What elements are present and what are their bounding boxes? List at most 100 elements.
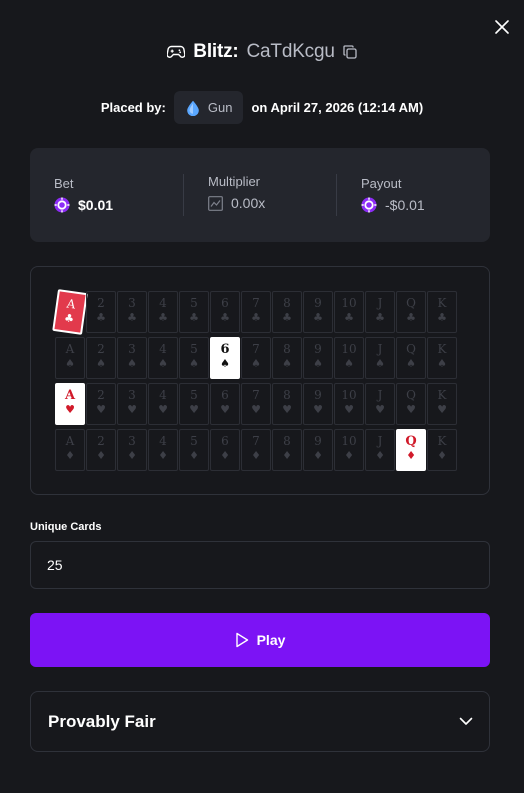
diamonds-icon: ♦ [282,449,292,462]
card-k-diamonds: K ♦ [427,429,457,471]
card-rank: Q [406,296,416,310]
hearts-icon: ♥ [96,403,106,416]
clubs-icon: ♣ [189,311,199,324]
card-rank: 9 [314,388,322,402]
card-5-diamonds: 5 ♦ [179,429,209,471]
card-7-hearts: 7 ♥ [241,383,271,425]
modal-title: Blitz: CaTdKcgu [0,40,524,64]
bet-stats-panel: Bet $0.01 Multiplier 0.00x Payout -$0.01 [30,148,490,242]
placed-date: on April 27, 2026 (12:14 AM) [251,100,424,115]
card-10-clubs: 10 ♣ [334,291,364,333]
card-rank: 7 [252,296,260,310]
clubs-icon: ♣ [282,311,292,324]
card-rank: 9 [314,434,322,448]
card-rank: 3 [128,342,136,356]
card-5-hearts: 5 ♥ [179,383,209,425]
provably-fair-title: Provably Fair [48,711,156,731]
hearts-icon: ♥ [375,403,385,416]
clubs-icon: ♣ [63,311,75,326]
card-4-diamonds: 4 ♦ [148,429,178,471]
card-rank: Q [406,342,416,356]
card-8-clubs: 8 ♣ [272,291,302,333]
card-board: A ♣ 2 ♣ 3 ♣ 4 ♣ 5 ♣ 6 ♣ 7 ♣ 8 ♣ 9 ♣ 10 ♣ J ♣ Q ♣ K ♣ A ♠ 2 ♠ 3 ♠ 4 ♠ 5 ♠ 6 ♠ 7… [30,266,490,495]
spades-icon: ♠ [127,357,137,370]
diamonds-icon: ♦ [344,449,354,462]
card-3-clubs: 3 ♣ [117,291,147,333]
clubs-icon: ♣ [437,311,447,324]
user-badge[interactable]: Gun [173,91,244,124]
spades-icon: ♠ [220,357,230,370]
card-rank: 10 [341,388,357,402]
card-rank: 9 [314,342,322,356]
multiplier-stat: Multiplier 0.00x [208,174,265,211]
card-rank: 4 [159,434,167,448]
card-2-spades: 2 ♠ [86,337,116,379]
card-rank: A [65,434,75,448]
diamonds-icon: ♦ [313,449,323,462]
chevron-down-icon [459,717,473,725]
hearts-icon: ♥ [65,403,75,416]
hearts-icon: ♥ [282,403,292,416]
card-6-diamonds: 6 ♦ [210,429,240,471]
card-rank: 4 [159,388,167,402]
card-3-diamonds: 3 ♦ [117,429,147,471]
card-4-hearts: 4 ♥ [148,383,178,425]
card-7-diamonds: 7 ♦ [241,429,271,471]
droplet-icon [187,100,199,116]
gamepad-icon [167,45,186,58]
clubs-icon: ♣ [375,311,385,324]
spades-icon: ♠ [344,357,354,370]
card-7-clubs: 7 ♣ [241,291,271,333]
spades-icon: ♠ [65,357,75,370]
card-rank: K [437,434,447,448]
close-button[interactable] [492,17,512,37]
card-q-spades: Q ♠ [396,337,426,379]
spades-icon: ♠ [313,357,323,370]
card-rank: 7 [252,388,260,402]
play-label: Play [256,632,286,648]
game-id: CaTdKcgu [246,41,335,62]
close-icon [495,20,509,34]
bet-stat: Bet $0.01 [54,176,113,213]
card-6-hearts: 6 ♥ [210,383,240,425]
card-4-clubs: 4 ♣ [148,291,178,333]
copy-icon[interactable] [343,45,357,59]
unique-cards-field[interactable]: 25 [30,541,490,589]
diamonds-icon: ♦ [65,449,75,462]
username: Gun [207,100,233,115]
card-5-clubs: 5 ♣ [179,291,209,333]
card-k-clubs: K ♣ [427,291,457,333]
card-9-diamonds: 9 ♦ [303,429,333,471]
unique-cards-label: Unique Cards [30,521,102,533]
card-7-spades: 7 ♠ [241,337,271,379]
card-rank: 2 [97,388,105,402]
game-title: Blitz: [193,41,239,62]
card-rank: J [377,342,383,356]
card-rank: 5 [190,296,198,310]
card-q-diamonds: Q ♦ [396,429,426,471]
card-rank: J [377,388,383,402]
placed-by-label: Placed by: [100,100,166,115]
card-8-spades: 8 ♠ [272,337,302,379]
clubs-icon: ♣ [344,311,354,324]
payout-value: -$0.01 [385,197,425,213]
card-rank: 10 [341,434,357,448]
card-8-diamonds: 8 ♦ [272,429,302,471]
spades-icon: ♠ [375,357,385,370]
spades-icon: ♠ [406,357,416,370]
card-rank: 4 [159,296,167,310]
card-2-hearts: 2 ♥ [86,383,116,425]
card-a-spades: A ♠ [55,337,85,379]
play-button[interactable]: Play [30,613,490,667]
hearts-icon: ♥ [220,403,230,416]
provably-fair-accordion[interactable]: Provably Fair [30,691,490,752]
card-k-spades: K ♠ [427,337,457,379]
card-a-hearts: A ♥ [55,383,85,425]
diamonds-icon: ♦ [220,449,230,462]
diamonds-icon: ♦ [158,449,168,462]
card-j-hearts: J ♥ [365,383,395,425]
clubs-icon: ♣ [127,311,137,324]
card-rank: 9 [314,296,322,310]
card-rank: 8 [283,434,291,448]
multiplier-value: 0.00x [231,195,266,211]
